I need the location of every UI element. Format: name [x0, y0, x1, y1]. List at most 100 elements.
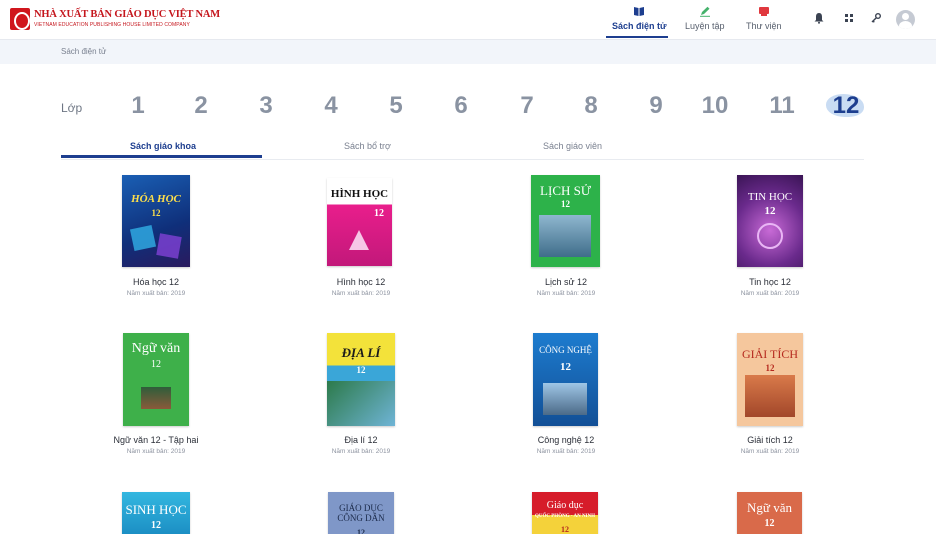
- logo-text: NHÀ XUẤT BẢN GIÁO DỤC VIỆT NAM VIETNAM E…: [34, 10, 220, 28]
- book-title[interactable]: Lịch sử 12: [476, 277, 656, 287]
- cover-number: 12: [356, 365, 366, 375]
- book-title[interactable]: Ngữ văn 12 - Tập hai: [66, 435, 246, 445]
- grade-1[interactable]: 1: [118, 92, 158, 120]
- cover-number: 12: [151, 208, 161, 218]
- book-cover[interactable]: HÌNH HỌC 12: [327, 178, 392, 266]
- logo-title: NHÀ XUẤT BẢN GIÁO DỤC VIỆT NAM: [34, 9, 220, 21]
- grade-6[interactable]: 6: [441, 92, 481, 120]
- book-cover[interactable]: TIN HỌC 12: [737, 175, 803, 267]
- library-icon: [758, 7, 769, 16]
- cover-title: ĐỊA LÍ: [341, 345, 381, 360]
- book-year: Năm xuất bản: 2019: [740, 290, 800, 297]
- book-cover[interactable]: LỊCH SỬ 12: [531, 175, 600, 267]
- cover-title: CÔNG NGHỆ: [539, 345, 592, 355]
- nav-thu-vien[interactable]: Thư viện: [746, 6, 782, 39]
- book-cover[interactable]: ĐỊA LÍ 12: [327, 333, 395, 426]
- cover-photo: [327, 381, 395, 426]
- breadcrumb-bar: Sách điện tử: [0, 40, 936, 64]
- cover-number: 12: [764, 205, 776, 217]
- cover-photo: [543, 383, 587, 415]
- grade-9[interactable]: 9: [636, 92, 676, 120]
- cover-photo: [141, 387, 171, 409]
- cover-art: [156, 233, 182, 259]
- book-cover[interactable]: CÔNG NGHỆ 12: [533, 333, 598, 426]
- book-title[interactable]: Tin học 12: [680, 277, 860, 287]
- tab-sach-bo-tro[interactable]: Sách bổ trợ: [344, 141, 391, 151]
- nav-label: Luyện tập: [685, 21, 725, 31]
- cover-number: 12: [765, 363, 775, 373]
- cover-title: Ngữ văn: [131, 341, 181, 356]
- tab-sach-giao-vien[interactable]: Sách giáo viên: [543, 141, 602, 151]
- cover-art: [349, 230, 369, 250]
- grade-11[interactable]: 11: [762, 92, 802, 120]
- book-year: Năm xuất bản: 2019: [740, 448, 800, 455]
- nav-label: Thư viện: [746, 21, 782, 31]
- cover-title: TIN HỌC: [747, 191, 793, 203]
- grade-label: Lớp: [61, 101, 83, 115]
- grade-7[interactable]: 7: [507, 92, 547, 120]
- grade-8[interactable]: 8: [571, 92, 611, 120]
- book-title[interactable]: Địa lí 12: [271, 435, 451, 445]
- cover-title: LỊCH SỬ: [540, 183, 591, 198]
- cover-subtitle: QUỐC PHÒNG - AN NINH: [535, 514, 595, 519]
- nav-luyen-tap[interactable]: Luyện tập: [685, 6, 725, 39]
- book-cover[interactable]: SINH HỌC 12: [122, 492, 190, 534]
- grade-4[interactable]: 4: [311, 92, 351, 120]
- cover-number: 12: [561, 199, 570, 209]
- grade-selector: Lớp 1 2 3 4 5 6 7 8 9 10 11 12: [0, 90, 936, 124]
- book-cover[interactable]: HÓA HỌC 12: [122, 175, 190, 267]
- book-cover[interactable]: GIÁO DỤC CÔNG DÂN 12: [328, 492, 394, 534]
- cover-number: 12: [374, 208, 384, 219]
- cover-art: [129, 224, 157, 252]
- grade-12[interactable]: 12: [826, 92, 866, 120]
- grade-3[interactable]: 3: [246, 92, 286, 120]
- cover-number: 12: [764, 518, 775, 529]
- cover-art: [757, 223, 783, 249]
- book-cover[interactable]: Ngữ văn 12: [123, 333, 189, 426]
- book-icon: [634, 7, 645, 16]
- book-title[interactable]: Giải tích 12: [680, 435, 860, 445]
- cover-title: GIÁO DỤC CÔNG DÂN: [337, 503, 385, 523]
- cover-title: GIẢI TÍCH: [741, 347, 799, 361]
- nav-active-underline: [606, 36, 668, 38]
- grade-5[interactable]: 5: [376, 92, 416, 120]
- cover-art: [745, 375, 795, 417]
- book-year: Năm xuất bản: 2019: [331, 290, 391, 297]
- book-year: Năm xuất bản: 2019: [536, 448, 596, 455]
- book-year: Năm xuất bản: 2019: [126, 448, 186, 455]
- apps-grid-icon[interactable]: [843, 12, 855, 24]
- cover-title: HÌNH HỌC: [330, 188, 389, 200]
- cover-photo: [539, 215, 591, 257]
- book-title[interactable]: Hóa học 12: [66, 277, 246, 287]
- tab-active-underline: [61, 155, 262, 158]
- cover-number: 12: [151, 520, 161, 531]
- grade-2[interactable]: 2: [181, 92, 221, 120]
- book-title[interactable]: Công nghệ 12: [476, 435, 656, 445]
- user-avatar-icon[interactable]: [896, 10, 915, 29]
- publisher-logo[interactable]: NHÀ XUẤT BẢN GIÁO DỤC VIỆT NAM VIETNAM E…: [10, 8, 220, 30]
- breadcrumb[interactable]: Sách điện tử: [61, 47, 106, 56]
- logo-mark-icon: [10, 8, 30, 30]
- cover-number: 12: [357, 528, 365, 534]
- book-year: Năm xuất bản: 2019: [331, 448, 391, 455]
- book-cover[interactable]: Giáo dục QUỐC PHÒNG - AN NINH 12: [532, 492, 598, 534]
- cover-title: HÓA HỌC: [131, 193, 181, 205]
- pencil-icon: [699, 6, 710, 17]
- cover-number: 12: [151, 359, 161, 370]
- cover-title: Ngữ văn: [747, 500, 792, 515]
- bell-icon[interactable]: [813, 12, 825, 24]
- cover-number: 12: [560, 361, 571, 373]
- key-icon[interactable]: [870, 12, 882, 24]
- cover-number: 12: [561, 525, 569, 534]
- book-year: Năm xuất bản: 2019: [126, 290, 186, 297]
- book-cover[interactable]: GIẢI TÍCH 12: [737, 333, 803, 426]
- logo-subtitle: VIETNAM EDUCATION PUBLISHING HOUSE LIMIT…: [34, 21, 190, 28]
- grade-10[interactable]: 10: [695, 92, 735, 120]
- nav-sach-dien-tu[interactable]: Sách điện tử: [612, 6, 667, 39]
- book-cover[interactable]: Ngữ văn 12: [737, 492, 802, 534]
- cover-title: Giáo dục: [546, 500, 584, 511]
- nav-label: Sách điện tử: [612, 21, 667, 31]
- tab-sach-giao-khoa[interactable]: Sách giáo khoa: [130, 141, 196, 151]
- book-title[interactable]: Hình học 12: [271, 277, 451, 287]
- cover-title: SINH HỌC: [125, 502, 187, 517]
